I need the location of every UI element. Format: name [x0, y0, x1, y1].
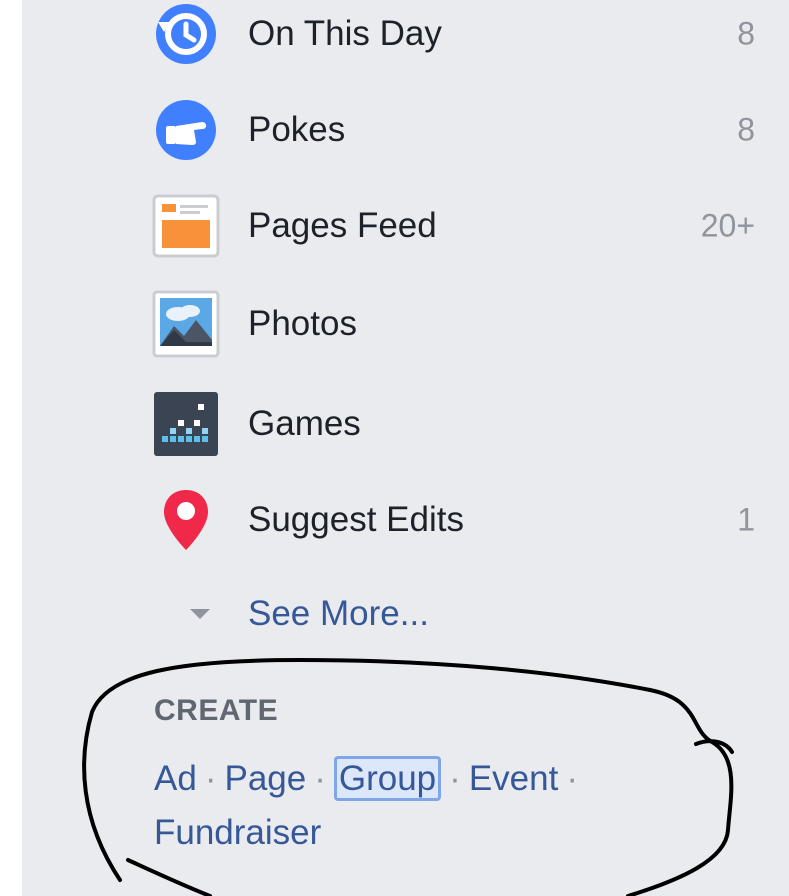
- games-icon: [152, 390, 220, 458]
- separator: ·: [204, 759, 217, 798]
- pages-feed-icon: [152, 192, 220, 260]
- create-ad-link[interactable]: Ad: [154, 759, 197, 798]
- on-this-day-icon: [152, 0, 220, 68]
- separator: ·: [449, 759, 461, 798]
- sidebar-item-label: Photos: [248, 304, 357, 343]
- sidebar-item-label: Suggest Edits: [248, 500, 464, 539]
- photos-icon: [152, 290, 220, 358]
- create-section-heading: CREATE: [154, 694, 279, 727]
- create-fundraiser-link[interactable]: Fundraiser: [154, 813, 321, 852]
- map-pin-icon: [152, 486, 220, 554]
- sidebar-item-count: 1: [737, 501, 755, 538]
- sidebar-item-suggest-edits[interactable]: Suggest Edits 1: [22, 472, 789, 568]
- create-group-link[interactable]: Group: [333, 756, 442, 801]
- sidebar-item-pokes[interactable]: Pokes 8: [22, 82, 789, 178]
- sidebar-item-label: Pages Feed: [248, 206, 437, 245]
- left-gutter: [0, 0, 22, 896]
- sidebar-item-label: Pokes: [248, 110, 346, 149]
- sidebar-item-count: 20+: [700, 207, 755, 244]
- sidebar-item-pages-feed[interactable]: Pages Feed 20+: [22, 178, 789, 274]
- create-event-link[interactable]: Event: [469, 759, 559, 798]
- chevron-down-icon: [190, 609, 210, 619]
- create-links: Ad · Page · Group · Event · Fundraiser: [154, 752, 714, 860]
- separator: ·: [566, 759, 578, 798]
- sidebar-item-count: 8: [737, 111, 755, 148]
- sidebar-item-games[interactable]: Games: [22, 376, 789, 472]
- create-page-link[interactable]: Page: [224, 759, 306, 798]
- left-sidebar: On This Day 8 Pokes 8 Pages Feed 20+ Pho…: [22, 0, 789, 896]
- see-more-label: See More...: [248, 594, 429, 633]
- sidebar-item-label: On This Day: [248, 14, 442, 53]
- sidebar-item-label: Games: [248, 404, 361, 443]
- pokes-icon: [152, 96, 220, 164]
- sidebar-item-photos[interactable]: Photos: [22, 276, 789, 372]
- sidebar-item-on-this-day[interactable]: On This Day 8: [22, 0, 789, 82]
- sidebar-item-count: 8: [737, 15, 755, 52]
- separator: ·: [314, 759, 326, 798]
- see-more-link[interactable]: See More...: [22, 566, 789, 662]
